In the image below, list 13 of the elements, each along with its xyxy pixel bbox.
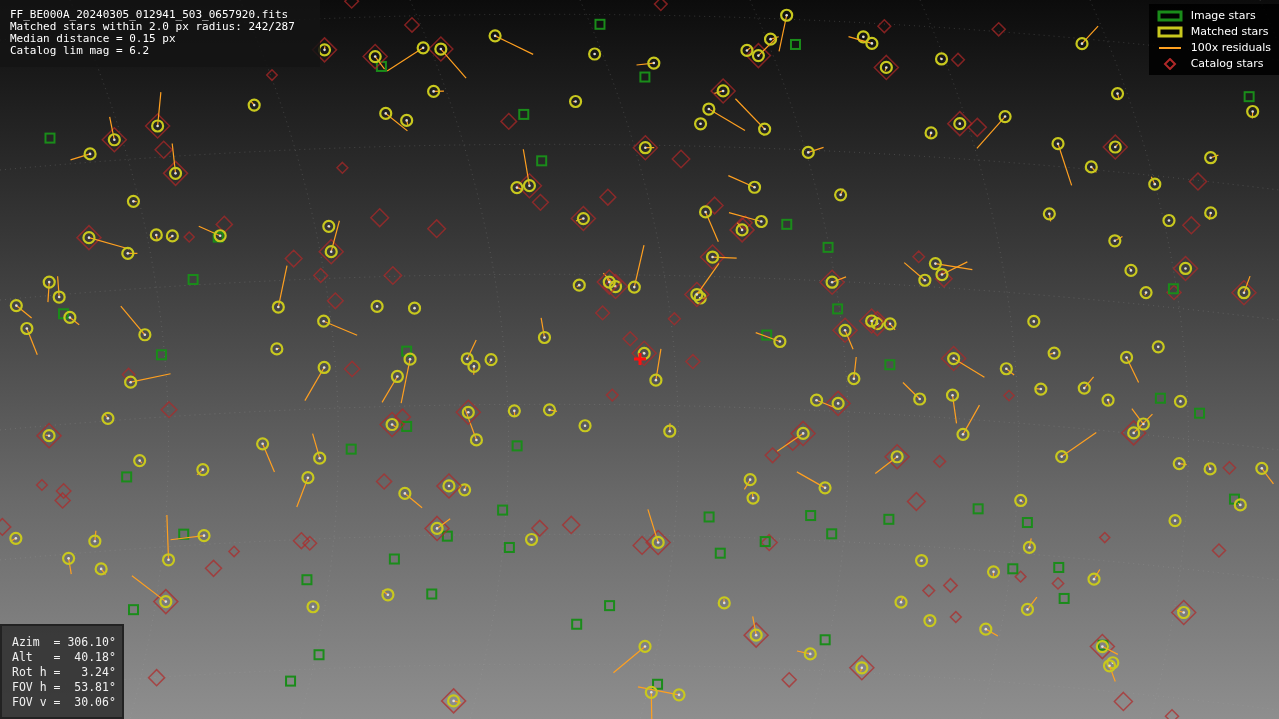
- legend-label: 100x residuals: [1190, 41, 1271, 54]
- legend-label: Image stars: [1190, 9, 1256, 22]
- legend-label: Matched stars: [1190, 25, 1269, 38]
- pointing-text: FOV v = 30.06°: [12, 696, 116, 709]
- pointing-text: Azim = 306.10°: [12, 636, 116, 649]
- pointing-text: Alt = 40.18°: [12, 651, 116, 664]
- pointing-text: Rot h = 3.24°: [12, 666, 116, 679]
- info-text: Median distance = 0.15 px: [10, 33, 176, 45]
- info-text: FF_BE000A_20240305_012941_503_0657920.fits: [10, 9, 289, 21]
- info-text: Matched stars within 2.0 px radius: 242/287: [10, 21, 295, 33]
- legend-label: Catalog stars: [1190, 57, 1264, 70]
- info-text: Catalog lim mag = 6.2: [10, 45, 150, 57]
- pointing-text: FOV h = 53.81°: [12, 681, 116, 694]
